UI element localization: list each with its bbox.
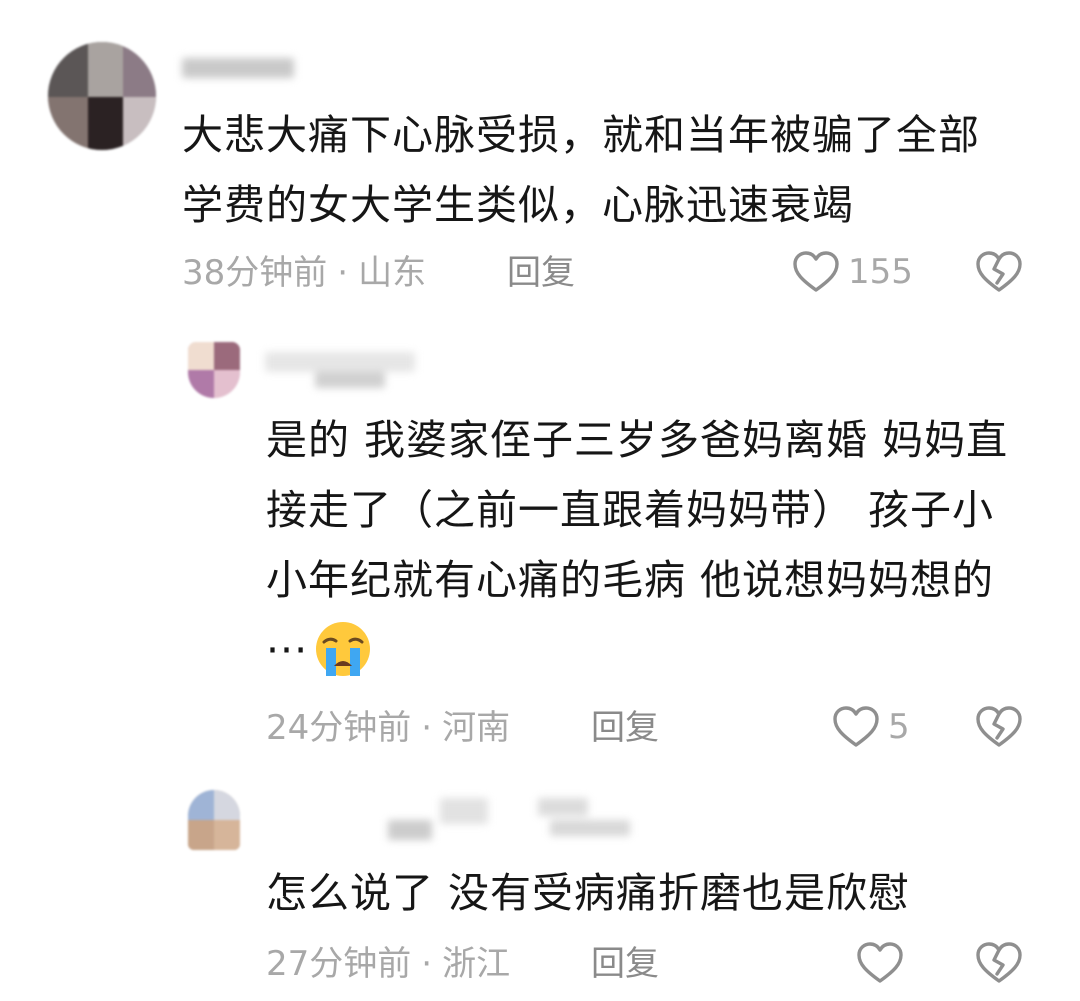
like-button[interactable]: 155 bbox=[792, 250, 913, 294]
separator-dot: · bbox=[337, 253, 349, 293]
like-count: 155 bbox=[848, 252, 913, 292]
heart-outline-icon bbox=[833, 706, 879, 747]
comment-1: 大悲大痛下心脉受损，就和当年被骗了全部学费的女大学生类似，心脉迅速衰竭 38分钟… bbox=[0, 0, 1080, 320]
reply-button[interactable]: 回复 bbox=[507, 253, 575, 293]
comment-text: 是的 我婆家侄子三岁多爸妈离婚 妈妈直接走了（之前一直跟着妈妈带） 孩子小小年纪… bbox=[266, 405, 1026, 685]
comment-3: 怎么说了 没有受病痛折磨也是欣慰 27分钟前 · 浙江 回复 bbox=[0, 780, 1080, 1001]
username-redacted[interactable] bbox=[265, 352, 415, 392]
comment-meta: 27分钟前 · 浙江 bbox=[266, 944, 510, 984]
location: 山东 bbox=[358, 253, 427, 293]
separator-dot: · bbox=[421, 708, 433, 748]
heart-outline-icon bbox=[857, 942, 903, 983]
dislike-button[interactable] bbox=[975, 250, 1023, 298]
dislike-button[interactable] bbox=[975, 705, 1023, 753]
username-redacted[interactable] bbox=[300, 798, 640, 842]
avatar[interactable] bbox=[188, 790, 240, 850]
broken-heart-icon bbox=[976, 251, 1022, 292]
comment-text-content: 是的 我婆家侄子三岁多爸妈离婚 妈妈直接走了（之前一直跟着妈妈带） 孩子小小年纪… bbox=[266, 416, 1009, 674]
comment-text: 大悲大痛下心脉受损，就和当年被骗了全部学费的女大学生类似，心脉迅速衰竭 bbox=[182, 111, 980, 229]
location: 河南 bbox=[442, 708, 511, 748]
like-button[interactable]: 5 bbox=[832, 705, 910, 749]
like-count: 5 bbox=[888, 707, 910, 747]
crying-face-icon bbox=[316, 622, 371, 676]
avatar[interactable] bbox=[188, 342, 240, 398]
dislike-button[interactable] bbox=[975, 941, 1023, 989]
reply-button[interactable]: 回复 bbox=[591, 944, 659, 984]
broken-heart-icon bbox=[976, 942, 1022, 983]
broken-heart-icon bbox=[976, 706, 1022, 747]
comment-text: 怎么说了 没有受病痛折磨也是欣慰 bbox=[266, 869, 911, 917]
username-redacted[interactable] bbox=[182, 52, 294, 84]
comment-2: 是的 我婆家侄子三岁多爸妈离婚 妈妈直接走了（之前一直跟着妈妈带） 孩子小小年纪… bbox=[0, 320, 1080, 780]
timestamp: 27分钟前 bbox=[266, 944, 412, 984]
reply-button[interactable]: 回复 bbox=[591, 708, 659, 748]
avatar[interactable] bbox=[48, 42, 156, 150]
separator-dot: · bbox=[421, 944, 433, 984]
location: 浙江 bbox=[442, 944, 511, 984]
heart-outline-icon bbox=[793, 251, 839, 292]
comment-meta: 24分钟前 · 河南 bbox=[266, 708, 510, 748]
like-button[interactable] bbox=[856, 941, 912, 985]
timestamp: 24分钟前 bbox=[266, 708, 412, 748]
comment-meta: 38分钟前 · 山东 bbox=[182, 253, 426, 293]
timestamp: 38分钟前 bbox=[182, 253, 328, 293]
